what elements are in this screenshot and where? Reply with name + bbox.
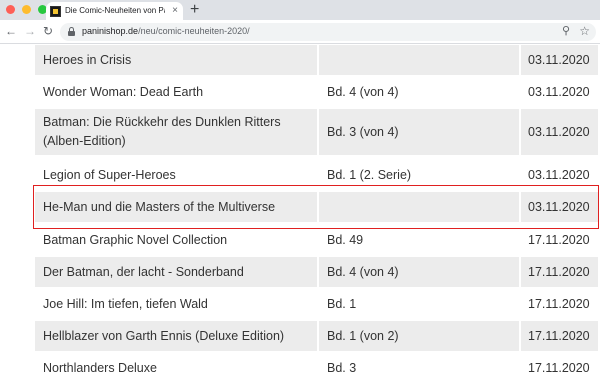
comic-title: Der Batman, der lacht - Sonderband <box>35 257 317 287</box>
release-date: 17.11.2020 <box>528 296 590 311</box>
browser-toolbar: ← → ↻ paninishop.de/neu/comic-neuheiten-… <box>0 20 600 44</box>
comic-title: Heroes in Crisis <box>35 45 317 75</box>
close-tab-icon[interactable]: × <box>172 5 178 17</box>
table-row: Heroes in Crisis 03.11.2020 <box>35 45 598 75</box>
minimize-window-button[interactable] <box>22 5 31 14</box>
volume-info: Bd. 4 (von 4) <box>319 257 519 287</box>
address-bar[interactable]: paninishop.de/neu/comic-neuheiten-2020/ … <box>60 23 596 41</box>
table-row: Batman: Die Rückkehr des Dunklen Ritters… <box>35 109 598 155</box>
comic-title: Joe Hill: Im tiefen, tiefen Wald <box>43 296 208 311</box>
release-date: 03.11.2020 <box>528 84 590 99</box>
volume-info: Bd. 1 <box>327 296 357 311</box>
table-row: Joe Hill: Im tiefen, tiefen Wald Bd. 1 1… <box>35 289 598 319</box>
zoom-icon[interactable]: ⚲ <box>562 24 570 37</box>
url-path: /neu/comic-neuheiten-2020/ <box>138 26 250 36</box>
table-row: Wonder Woman: Dead Earth Bd. 4 (von 4) 0… <box>35 77 598 107</box>
release-date: 17.11.2020 <box>521 257 598 287</box>
release-date: 17.11.2020 <box>528 232 590 247</box>
url-text[interactable]: paninishop.de/neu/comic-neuheiten-2020/ <box>82 26 250 36</box>
reload-icon[interactable]: ↻ <box>43 23 53 39</box>
table-row: Batman Graphic Novel Collection Bd. 49 1… <box>35 225 598 255</box>
panini-favicon-icon <box>50 6 61 17</box>
volume-info: Bd. 1 (von 2) <box>319 321 519 351</box>
comic-title: Wonder Woman: Dead Earth <box>43 84 204 99</box>
forward-arrow-icon[interactable]: → <box>24 23 36 39</box>
release-date: 17.11.2020 <box>528 360 590 374</box>
volume-info: Bd. 3 (von 4) <box>319 109 519 155</box>
release-date: 03.11.2020 <box>521 109 598 155</box>
highlight-annotation-box <box>33 185 599 229</box>
table-row: Der Batman, der lacht - Sonderband Bd. 4… <box>35 257 598 287</box>
table-row: Northlanders Deluxe Bd. 3 17.11.2020 <box>35 353 598 374</box>
close-window-button[interactable] <box>6 5 15 14</box>
release-date: 03.11.2020 <box>521 45 598 75</box>
comic-title: Batman Graphic Novel Collection <box>43 232 228 247</box>
new-tab-icon[interactable]: + <box>190 1 199 19</box>
tab-title: Die Comic-Neuheiten von Panini <box>65 6 165 15</box>
volume-info: Bd. 3 <box>327 360 357 374</box>
comic-title: Hellblazer von Garth Ennis (Deluxe Editi… <box>35 321 317 351</box>
back-arrow-icon[interactable]: ← <box>5 23 17 39</box>
volume-info: Bd. 4 (von 4) <box>327 84 399 99</box>
comic-title: Batman: Die Rückkehr des Dunklen Ritters… <box>35 109 317 155</box>
lock-icon[interactable] <box>68 27 75 36</box>
comic-title: Northlanders Deluxe <box>43 360 157 374</box>
release-date: 17.11.2020 <box>521 321 598 351</box>
bookmark-star-icon[interactable]: ☆ <box>579 24 590 38</box>
comic-releases-table: Heroes in Crisis 03.11.2020 Wonder Woman… <box>0 45 600 374</box>
tab-strip: Die Comic-Neuheiten von Panini × + <box>0 0 600 20</box>
volume-info <box>319 45 519 75</box>
table-row: Hellblazer von Garth Ennis (Deluxe Editi… <box>35 321 598 351</box>
browser-tab[interactable]: Die Comic-Neuheiten von Panini × <box>46 2 183 20</box>
url-domain: paninishop.de <box>82 26 139 36</box>
volume-info: Bd. 49 <box>327 232 364 247</box>
